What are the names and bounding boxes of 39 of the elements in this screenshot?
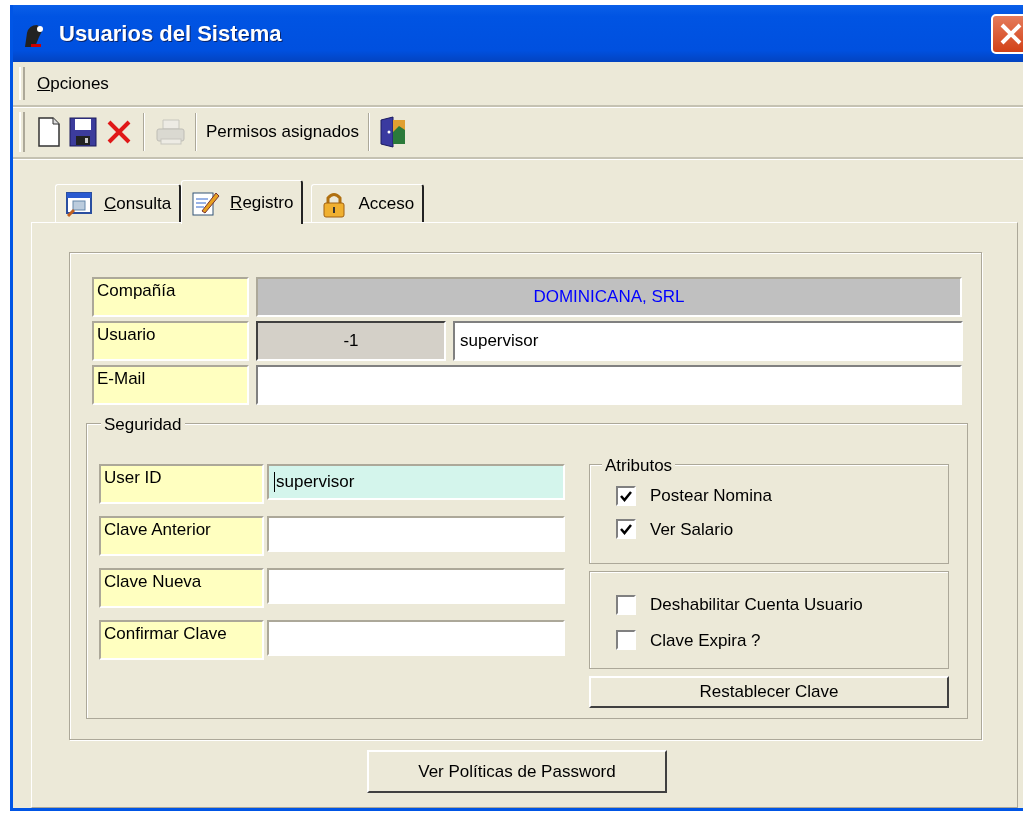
policy-button[interactable]: Ver Políticas de Password — [367, 750, 667, 793]
checkbox[interactable] — [616, 594, 636, 615]
checkbox[interactable] — [616, 519, 636, 540]
field-label: Clave Anterior — [99, 516, 264, 556]
field-label: User ID — [99, 464, 264, 504]
checkbox[interactable] — [616, 485, 636, 506]
door-icon[interactable] — [379, 116, 408, 148]
password-field[interactable] — [267, 620, 565, 656]
field-label: Clave Nueva — [99, 568, 264, 608]
tab[interactable]: Registro — [181, 180, 304, 224]
checkbox-label: Clave Expira ? — [650, 629, 761, 652]
checkbox[interactable] — [616, 630, 636, 651]
user-name-field[interactable]: supervisor — [453, 321, 963, 361]
tab[interactable]: Acceso — [311, 184, 425, 222]
menu-item[interactable]: Opciones — [33, 70, 113, 97]
password-field[interactable]: supervisor — [267, 464, 565, 500]
password-field[interactable] — [267, 516, 565, 552]
user-id-field: -1 — [256, 321, 446, 361]
tab[interactable]: Consulta — [55, 184, 182, 222]
close-button[interactable] — [991, 13, 1023, 54]
checkmark-icon — [619, 522, 633, 537]
company-field: DOMINICANA, SRL — [256, 277, 962, 317]
password-field[interactable] — [267, 568, 565, 604]
window-title: Usuarios del Sistema — [59, 20, 282, 48]
save-icon[interactable] — [68, 116, 98, 148]
checkbox-label: Postear Nomina — [650, 485, 772, 507]
grip-handle[interactable] — [19, 67, 25, 100]
field-label: E-Mail — [92, 365, 249, 405]
checkbox-label: Ver Salario — [650, 518, 734, 541]
new-file-icon[interactable] — [36, 116, 62, 148]
toolbar-button[interactable]: Permisos asignados — [203, 119, 363, 145]
checkbox-label: Deshabilitar Cuenta Usuario — [650, 594, 863, 616]
field-label: Compañía — [92, 277, 249, 317]
grip-handle[interactable] — [19, 112, 25, 152]
field-label: Confirmar Clave — [99, 620, 264, 660]
field-label: Usuario — [92, 321, 249, 361]
email-field[interactable] — [256, 365, 962, 405]
reset-button[interactable]: Restablecer Clave — [589, 676, 949, 708]
window-icon — [64, 189, 94, 218]
